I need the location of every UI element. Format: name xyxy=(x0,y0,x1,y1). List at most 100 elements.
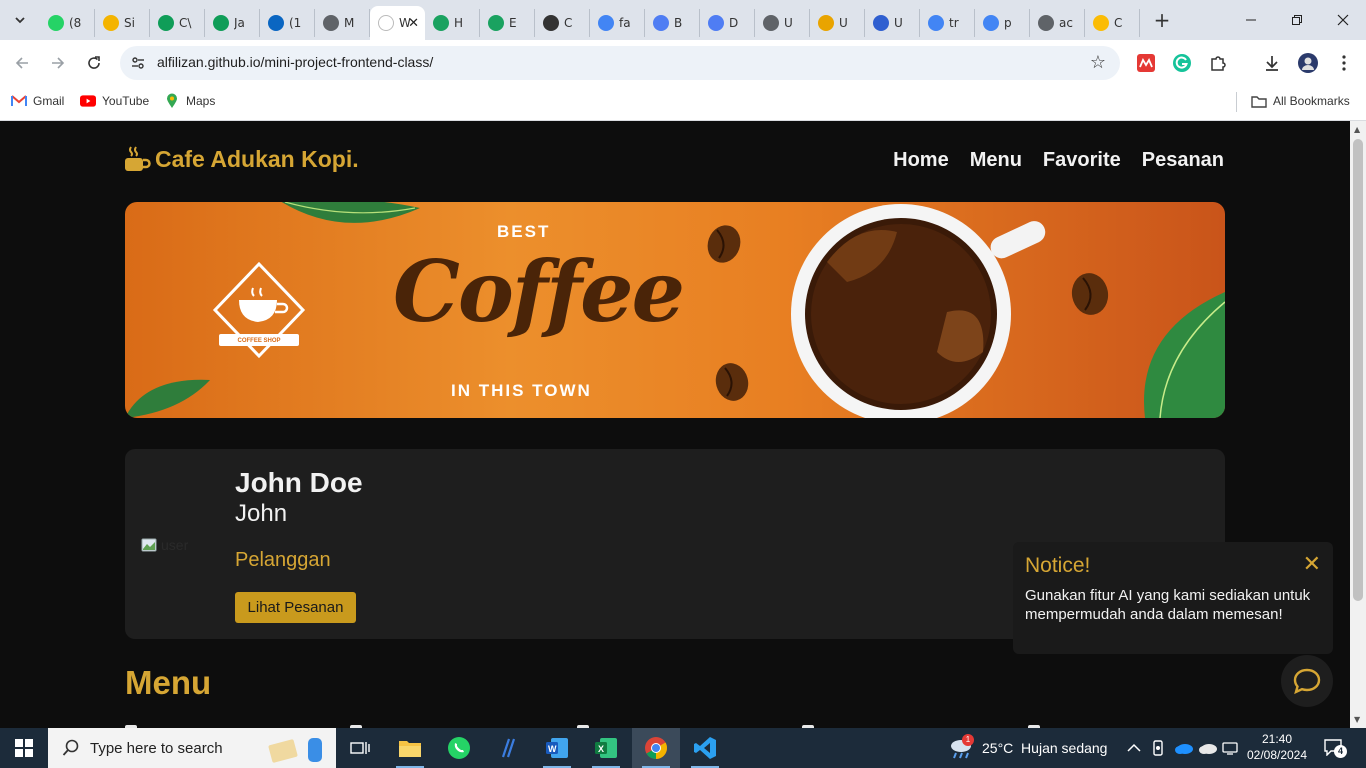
tab-title: C xyxy=(564,16,573,30)
browser-tab[interactable]: (8 xyxy=(40,9,95,37)
taskbar-vscode[interactable] xyxy=(681,728,729,768)
close-window-button[interactable] xyxy=(1320,0,1366,40)
notification-icon: 4 xyxy=(1323,738,1347,758)
taskbar-whatsapp[interactable] xyxy=(435,728,483,768)
task-view-button[interactable] xyxy=(336,728,384,768)
nav-favorite[interactable]: Favorite xyxy=(1043,149,1121,172)
browser-tab[interactable]: Si xyxy=(95,9,150,37)
notification-center-button[interactable]: 4 xyxy=(1323,728,1347,768)
scrollbar-thumb[interactable] xyxy=(1353,139,1363,601)
chat-button[interactable] xyxy=(1281,655,1333,707)
google-sheets-icon xyxy=(213,15,229,31)
bookmark-gmail[interactable]: Gmail xyxy=(11,93,64,109)
minimize-button[interactable] xyxy=(1228,0,1274,40)
hero-banner: COFFEE SHOP BEST Coffee IN THIS TOWN xyxy=(125,202,1225,418)
tab-search-button[interactable] xyxy=(8,8,32,32)
globe-icon xyxy=(763,15,779,31)
taskbar-file-explorer[interactable] xyxy=(386,728,434,768)
browser-tab[interactable]: D xyxy=(700,9,755,37)
browser-tab[interactable]: W ✕ xyxy=(370,6,425,40)
nav-pesanan[interactable]: Pesanan xyxy=(1142,149,1224,172)
tab-title: H xyxy=(454,16,464,30)
bookmark-youtube[interactable]: YouTube xyxy=(80,93,149,109)
tab-title: Si xyxy=(124,16,135,30)
svg-text:X: X xyxy=(598,744,604,754)
scroll-down-arrow-icon[interactable]: ▼ xyxy=(1354,715,1360,724)
restore-button[interactable] xyxy=(1274,0,1320,40)
show-hidden-icons-button[interactable] xyxy=(1127,728,1141,768)
network-tray-icon[interactable] xyxy=(1222,728,1240,768)
browser-tab[interactable]: U xyxy=(865,9,920,37)
page-icon xyxy=(378,15,394,31)
new-tab-button[interactable]: + xyxy=(1150,8,1174,32)
nav-menu[interactable]: Menu xyxy=(970,149,1022,172)
taskbar-word[interactable]: W xyxy=(533,728,581,768)
canva-icon xyxy=(708,15,724,31)
google-photos-icon xyxy=(1093,15,1109,31)
avatar: user xyxy=(141,535,211,555)
page-scrollbar[interactable]: ▲ ▼ xyxy=(1350,121,1366,728)
gmail-icon xyxy=(11,93,27,109)
google-drive-icon xyxy=(103,15,119,31)
reload-icon xyxy=(88,56,100,69)
back-button[interactable] xyxy=(10,51,34,75)
taskbar-app-slash[interactable] xyxy=(484,728,532,768)
browser-tab[interactable]: p xyxy=(975,9,1030,37)
coffee-cup-icon xyxy=(125,146,151,171)
tab-close-icon[interactable]: ✕ xyxy=(408,16,419,31)
linkedin-icon xyxy=(268,15,284,31)
browser-tab[interactable]: M xyxy=(315,9,370,37)
browser-tab[interactable]: C xyxy=(535,9,590,37)
reload-button[interactable] xyxy=(82,51,106,75)
forward-button[interactable] xyxy=(46,51,70,75)
site-brand[interactable]: Cafe Adukan Kopi. xyxy=(123,145,359,173)
browser-tab[interactable]: fa xyxy=(590,9,645,37)
taskbar-search[interactable]: Type here to search xyxy=(48,728,336,768)
taskbar-excel[interactable]: X xyxy=(582,728,630,768)
all-bookmarks-folder[interactable]: All Bookmarks xyxy=(1251,93,1350,109)
onedrive-tray-icon[interactable] xyxy=(1174,728,1194,768)
windows-logo-icon xyxy=(15,739,33,757)
profile-username: John xyxy=(235,500,288,527)
browser-tab[interactable]: C xyxy=(1085,9,1140,37)
webflow-icon xyxy=(488,15,504,31)
whatsapp-icon xyxy=(48,15,64,31)
start-button[interactable] xyxy=(0,728,48,768)
tab-title: U xyxy=(894,16,903,30)
browser-tab[interactable]: C\ xyxy=(150,9,205,37)
browser-tab[interactable]: B xyxy=(645,9,700,37)
tray-app-icon[interactable] xyxy=(1151,728,1165,768)
scroll-up-arrow-icon[interactable]: ▲ xyxy=(1354,125,1360,134)
browser-tab[interactable]: U xyxy=(810,9,865,37)
extension-icon[interactable] xyxy=(1135,52,1157,74)
browser-tab[interactable]: E xyxy=(480,9,535,37)
bookmark-maps[interactable]: Maps xyxy=(164,93,215,109)
address-bar[interactable]: alfilizan.github.io/mini-project-fronten… xyxy=(120,46,1120,80)
browser-tab[interactable]: Ja xyxy=(205,9,260,37)
taskbar-chrome[interactable] xyxy=(632,728,680,768)
browser-tab[interactable]: U xyxy=(755,9,810,37)
puzzle-extensions-icon[interactable] xyxy=(1207,52,1229,74)
browser-tab[interactable]: ac xyxy=(1030,9,1085,37)
site-info-icon[interactable] xyxy=(129,54,147,72)
browser-tab[interactable]: H xyxy=(425,9,480,37)
grammarly-icon[interactable] xyxy=(1171,52,1193,74)
taskbar-search-placeholder: Type here to search xyxy=(90,739,223,757)
browser-tab[interactable]: tr xyxy=(920,9,975,37)
profile-avatar-icon[interactable] xyxy=(1297,52,1319,74)
nav-home[interactable]: Home xyxy=(893,149,949,172)
menu-section-title: Menu xyxy=(125,664,212,701)
browser-tab[interactable]: (1 xyxy=(260,9,315,37)
taskbar-clock[interactable]: 21:40 02/08/2024 xyxy=(1246,731,1308,763)
close-icon[interactable]: ✕ xyxy=(1303,552,1321,577)
google-icon xyxy=(598,15,614,31)
download-icon[interactable] xyxy=(1261,52,1283,74)
more-options-icon[interactable] xyxy=(1333,52,1355,74)
vscode-icon xyxy=(694,737,716,759)
onedrive-personal-tray-icon[interactable] xyxy=(1198,728,1218,768)
view-orders-button[interactable]: Lihat Pesanan xyxy=(235,592,356,623)
bookmark-star-icon[interactable]: ☆ xyxy=(1090,52,1106,73)
profile-role: Pelanggan xyxy=(235,549,331,571)
url-text[interactable]: alfilizan.github.io/mini-project-fronten… xyxy=(157,54,433,70)
weather-widget[interactable]: 1 25°C Hujan sedang xyxy=(948,728,1107,768)
